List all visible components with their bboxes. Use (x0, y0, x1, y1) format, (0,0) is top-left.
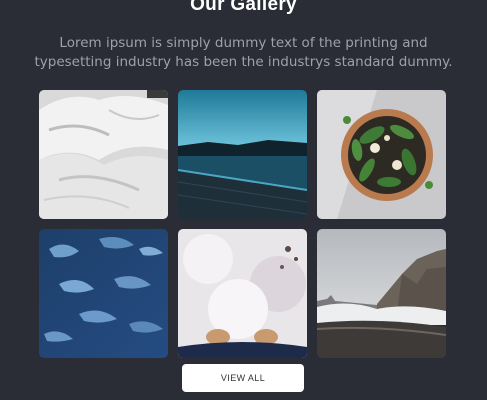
water-surface-photo (39, 229, 168, 358)
potted-plant-photo (317, 90, 446, 219)
view-all-button[interactable]: VIEW ALL (182, 364, 304, 392)
gallery-image-snow[interactable] (178, 229, 307, 358)
white-bedding-photo (39, 90, 168, 219)
gallery-image-plant[interactable] (317, 90, 446, 219)
beach-cliff-photo (317, 229, 446, 358)
lake-pier-photo (178, 90, 307, 219)
gallery-image-bedding[interactable] (39, 90, 168, 219)
gallery-image-beach[interactable] (317, 229, 446, 358)
snow-feet-photo (178, 229, 307, 358)
gallery-title: Our Gallery (190, 0, 297, 15)
gallery-image-lake[interactable] (178, 90, 307, 219)
gallery-description: Lorem ipsum is simply dummy text of the … (34, 35, 453, 70)
gallery-image-water[interactable] (39, 229, 168, 358)
